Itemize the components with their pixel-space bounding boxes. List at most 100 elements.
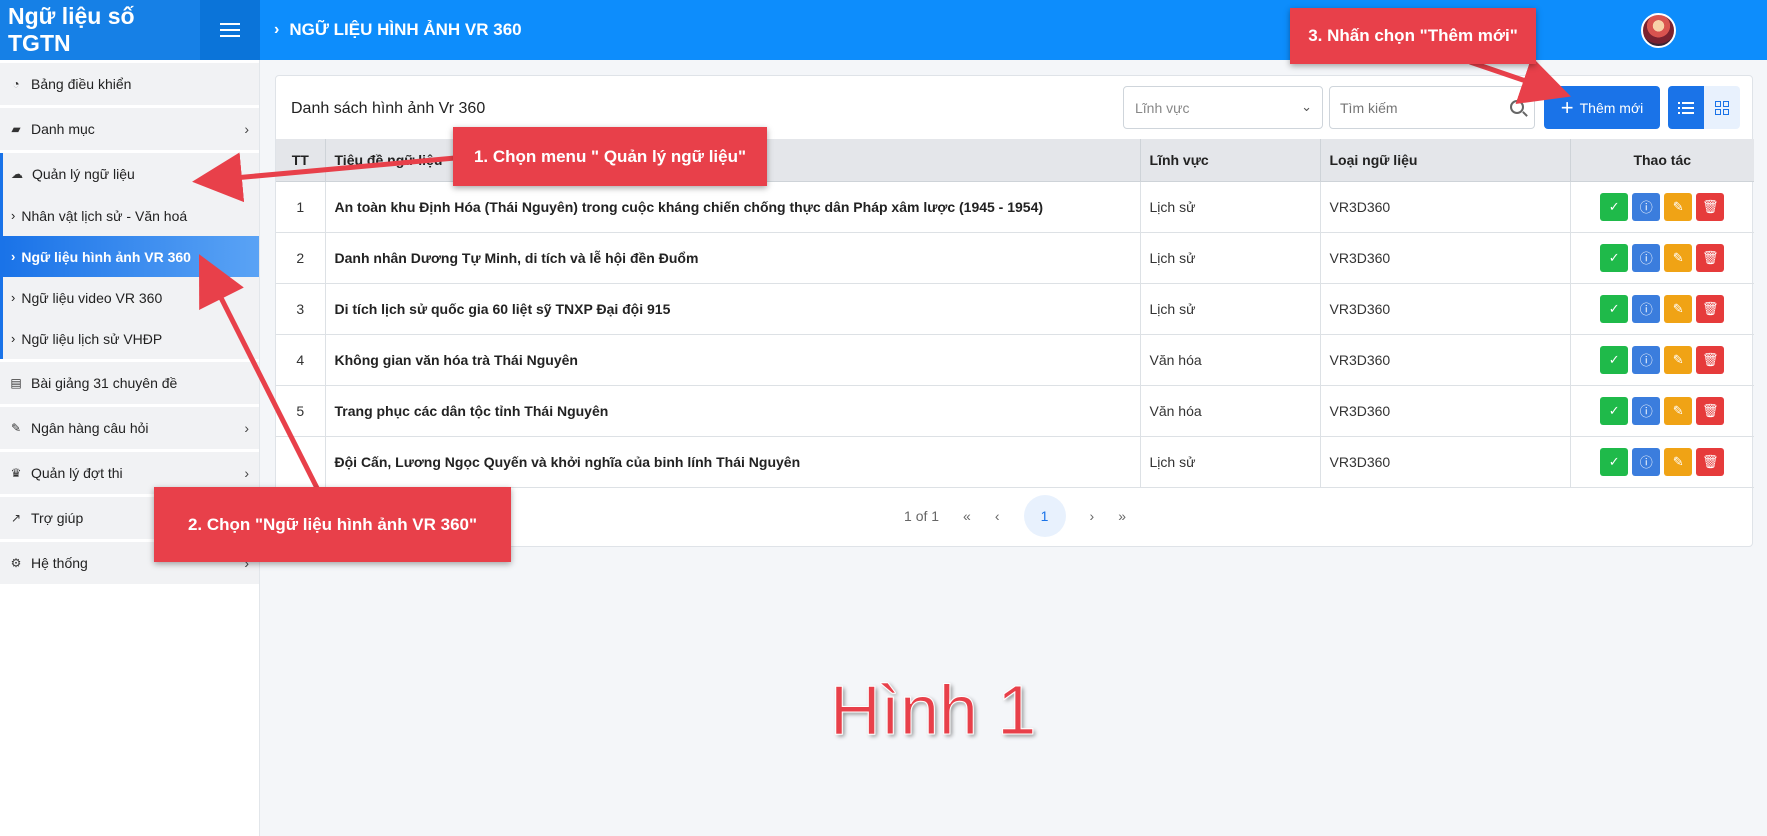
breadcrumb: › NGỮ LIỆU HÌNH ẢNH VR 360: [274, 20, 522, 40]
delete-icon[interactable]: 🗑: [1696, 192, 1725, 221]
edit-icon: ✎: [10, 421, 22, 435]
app-brand[interactable]: Ngữ liệu số TGTN: [0, 0, 200, 60]
sidebar-item-lectures[interactable]: ▤ Bài giảng 31 chuyên đề: [0, 362, 259, 404]
approve-icon[interactable]: ✓: [1600, 294, 1629, 323]
sidebar-item-categories[interactable]: ▰ Danh mục ›: [0, 108, 259, 150]
pagination-info: 1 of 1: [904, 508, 940, 524]
annotation-step-1: 1. Chọn menu " Quản lý ngữ liệu": [453, 127, 767, 186]
table-row[interactable]: 2 Danh nhân Dương Tự Minh, di tích và lễ …: [276, 232, 1754, 284]
info-icon[interactable]: ⓘ: [1632, 294, 1661, 323]
next-page-icon[interactable]: ›: [1090, 508, 1095, 524]
edit-icon[interactable]: ✎: [1664, 243, 1693, 272]
row-actions: ✓ ⓘ ✎ 🗑: [1570, 334, 1754, 386]
edit-icon[interactable]: ✎: [1664, 294, 1693, 323]
search-input[interactable]: [1340, 99, 1490, 116]
row-field: Lịch sử: [1140, 181, 1321, 233]
grid-view-button[interactable]: [1704, 86, 1740, 129]
info-icon[interactable]: ⓘ: [1632, 345, 1661, 374]
chevron-down-icon: ⌄: [1301, 99, 1312, 114]
info-icon[interactable]: ⓘ: [1632, 396, 1661, 425]
sidebar-subitem-historical-figures[interactable]: › Nhân vật lịch sử - Văn hoá: [0, 195, 259, 236]
avatar[interactable]: [1641, 13, 1676, 48]
sidebar-item-label: Hệ thống: [31, 555, 88, 571]
sidebar-subitem-vr360-images[interactable]: › Ngữ liệu hình ảnh VR 360: [0, 236, 259, 277]
chevron-right-icon: ›: [244, 465, 249, 481]
approve-icon[interactable]: ✓: [1600, 243, 1629, 272]
prev-page-icon[interactable]: ‹: [995, 508, 1000, 524]
sidebar-item-label: Bài giảng 31 chuyên đề: [31, 375, 178, 391]
sidebar: ◔ Bảng điều khiển ▰ Danh mục › ☁ Quản lý…: [0, 60, 260, 836]
edit-icon[interactable]: ✎: [1664, 192, 1693, 221]
row-field: Lịch sử: [1140, 283, 1321, 335]
sidebar-subitem-vr360-videos[interactable]: › Ngữ liệu video VR 360: [0, 277, 259, 318]
page-title: Danh sách hình ảnh Vr 360: [291, 100, 486, 117]
row-type: VR3D360: [1320, 436, 1571, 488]
approve-icon[interactable]: ✓: [1600, 447, 1629, 476]
breadcrumb-current: NGỮ LIỆU HÌNH ẢNH VR 360: [289, 20, 522, 39]
hamburger-menu-icon[interactable]: [200, 0, 260, 60]
sidebar-item-content-management[interactable]: ☁ Quản lý ngữ liệu ⌄: [0, 153, 259, 195]
sidebar-item-label: Quản lý đợt thi: [31, 465, 123, 481]
page-current[interactable]: 1: [1023, 495, 1066, 537]
row-type: VR3D360: [1320, 181, 1571, 233]
sidebar-subitem-label: Ngữ liệu lịch sử VHĐP: [21, 330, 163, 347]
sidebar-subitem-label: Ngữ liệu video VR 360: [21, 289, 163, 306]
info-icon[interactable]: ⓘ: [1632, 243, 1661, 272]
info-icon[interactable]: ⓘ: [1632, 447, 1661, 476]
field-select-value: Lĩnh vực: [1135, 99, 1190, 116]
edit-icon[interactable]: ✎: [1664, 345, 1693, 374]
delete-icon[interactable]: 🗑: [1696, 345, 1725, 374]
first-page-icon[interactable]: «: [963, 508, 971, 524]
column-header-type: Loại ngữ liệu: [1320, 139, 1571, 182]
delete-icon[interactable]: 🗑: [1696, 396, 1725, 425]
add-new-button[interactable]: + Thêm mới: [1544, 86, 1660, 129]
row-actions: ✓ ⓘ ✎ 🗑: [1570, 232, 1754, 284]
row-field: Văn hóa: [1140, 334, 1321, 386]
row-title: Di tích lịch sử quốc gia 60 liệt sỹ TNXP…: [325, 283, 1141, 335]
edit-icon[interactable]: ✎: [1664, 447, 1693, 476]
row-field: Lịch sử: [1140, 436, 1321, 488]
table-row[interactable]: 4 Không gian văn hóa trà Thái Nguyên Văn h…: [276, 334, 1754, 386]
trophy-icon: ♛: [10, 466, 22, 480]
row-tt: 3: [276, 283, 326, 335]
delete-icon[interactable]: 🗑: [1696, 294, 1725, 323]
sidebar-item-label: Trợ giúp: [31, 510, 84, 526]
plus-icon: +: [1560, 94, 1574, 120]
sidebar-item-question-bank[interactable]: ✎ Ngân hàng câu hỏi ›: [0, 407, 259, 449]
search-icon[interactable]: [1510, 100, 1524, 114]
row-tt: 5: [276, 385, 326, 437]
sidebar-subitem-label: Nhân vật lịch sử - Văn hoá: [21, 207, 188, 224]
table-row[interactable]: 5 Trang phục các dân tộc tỉnh Thái Nguyên…: [276, 385, 1754, 437]
sidebar-subitem-local-history[interactable]: › Ngữ liệu lịch sử VHĐP: [0, 318, 259, 359]
row-actions: ✓ ⓘ ✎ 🗑: [1570, 181, 1754, 233]
last-page-icon[interactable]: »: [1118, 508, 1126, 524]
approve-icon[interactable]: ✓: [1600, 345, 1629, 374]
sidebar-item-label: Bảng điều khiển: [31, 76, 132, 92]
chevron-right-icon: ›: [11, 290, 16, 305]
sidebar-item-dashboard[interactable]: ◔ Bảng điều khiển: [0, 63, 259, 105]
folder-icon: ▰: [11, 122, 21, 136]
row-title: Đội Cấn, Lương Ngọc Quyến và khởi nghĩa …: [325, 436, 1141, 488]
table-row[interactable]: 3 Di tích lịch sử quốc gia 60 liệt sỹ TNX…: [276, 283, 1754, 335]
row-title: Danh nhân Dương Tự Minh, di tích và lễ h…: [325, 232, 1141, 284]
book-icon: ▤: [10, 376, 22, 390]
search-box[interactable]: [1329, 86, 1535, 129]
edit-icon[interactable]: ✎: [1664, 396, 1693, 425]
figure-label: Hình 1: [829, 671, 1037, 750]
list-view-button[interactable]: [1668, 86, 1704, 129]
approve-icon[interactable]: ✓: [1600, 396, 1629, 425]
delete-icon[interactable]: 🗑: [1696, 447, 1725, 476]
row-field: Lịch sử: [1140, 232, 1321, 284]
delete-icon[interactable]: 🗑: [1696, 243, 1725, 272]
row-type: VR3D360: [1320, 385, 1571, 437]
column-header-field: Lĩnh vực: [1140, 139, 1321, 182]
sidebar-item-label: Danh mục: [31, 121, 95, 137]
info-icon[interactable]: ⓘ: [1632, 192, 1661, 221]
field-select[interactable]: Lĩnh vực ⌄: [1123, 86, 1323, 129]
row-type: VR3D360: [1320, 334, 1571, 386]
content-table: TT Tiêu đề ngữ liệu Lĩnh vực Loại ngữ li…: [276, 139, 1754, 488]
table-row[interactable]: Đội Cấn, Lương Ngọc Quyến và khởi nghĩa …: [276, 436, 1754, 488]
approve-icon[interactable]: ✓: [1600, 192, 1629, 221]
column-header-actions: Thao tác: [1570, 139, 1754, 182]
table-row[interactable]: 1 An toàn khu Định Hóa (Thái Nguyên) tron…: [276, 181, 1754, 233]
